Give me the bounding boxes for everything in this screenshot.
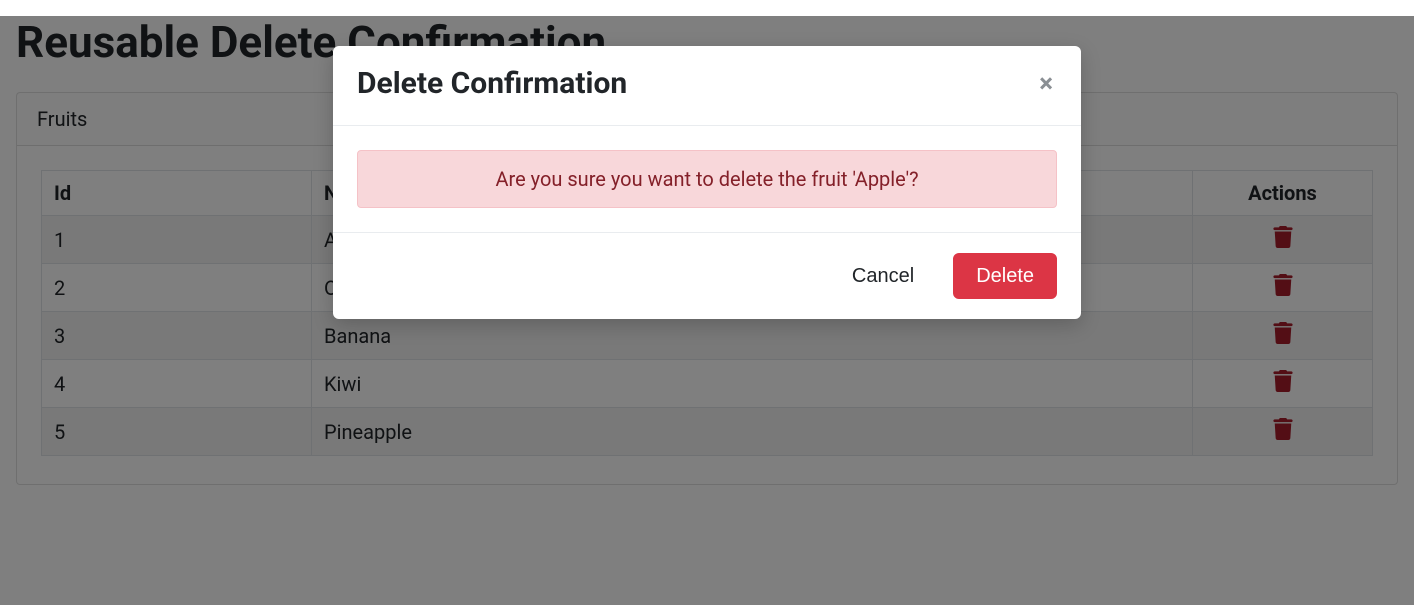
delete-button[interactable]: Delete [953,253,1057,299]
modal-title: Delete Confirmation [357,66,627,101]
close-icon[interactable]: × [1035,67,1057,101]
cancel-button[interactable]: Cancel [829,253,937,299]
delete-warning-alert: Are you sure you want to delete the frui… [357,150,1057,208]
delete-confirmation-modal: Delete Confirmation × Are you sure you w… [333,46,1081,319]
